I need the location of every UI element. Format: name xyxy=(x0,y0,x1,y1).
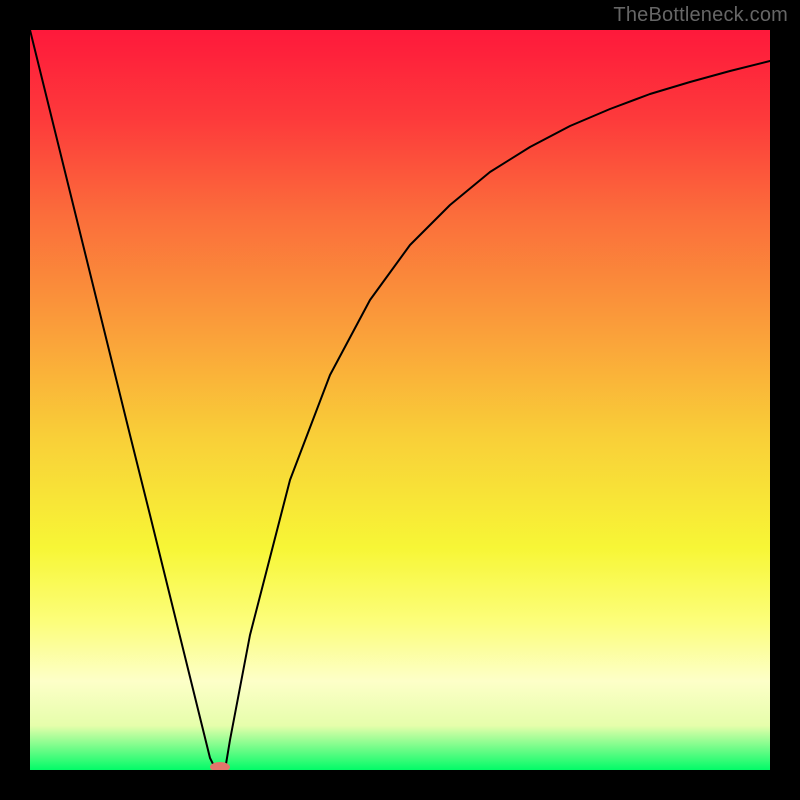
chart-svg xyxy=(30,30,770,770)
watermark-text: TheBottleneck.com xyxy=(613,4,788,27)
gradient-background xyxy=(30,30,770,770)
chart-frame: TheBottleneck.com xyxy=(0,0,800,800)
plot-area xyxy=(30,30,770,770)
